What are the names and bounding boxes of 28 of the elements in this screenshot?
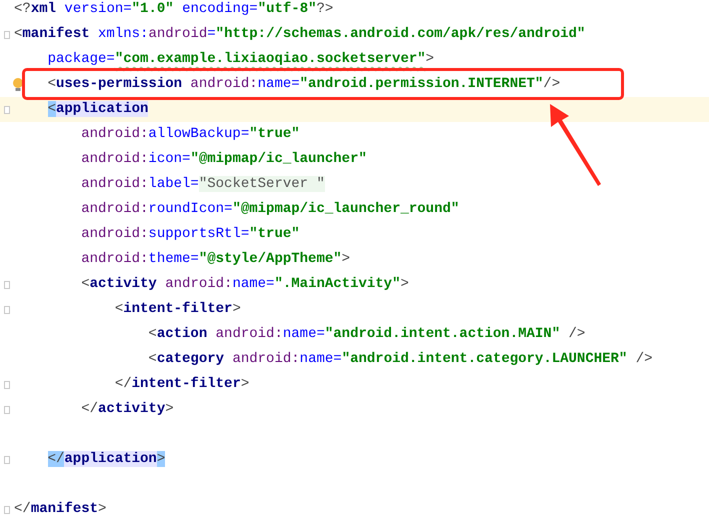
code-line: </application> (48, 451, 166, 467)
code-line: android:label="SocketServer " (81, 176, 325, 192)
code-line: <?xml version="1.0" encoding="utf-8"?> (14, 1, 334, 17)
code-line: <intent-filter> (114, 301, 241, 317)
code-line: android:theme="@style/AppTheme"> (81, 251, 350, 267)
code-line: <activity android:name=".MainActivity"> (81, 276, 409, 292)
fold-marker-icon[interactable] (4, 456, 10, 464)
code-line: <manifest xmlns:android="http://schemas.android.com/apk/res/android" (14, 26, 586, 42)
fold-marker-icon[interactable] (4, 106, 10, 114)
code-line: </activity> (81, 401, 174, 417)
fold-marker-icon[interactable] (4, 280, 10, 288)
code-line: <application (48, 101, 148, 117)
fold-marker-icon[interactable] (4, 30, 10, 38)
code-line: </manifest> (14, 501, 106, 517)
code-line: android:allowBackup="true" (81, 126, 300, 142)
fold-marker-icon[interactable] (4, 306, 10, 314)
code-line: <action android:name="android.intent.action.MAIN" /> (148, 326, 586, 342)
code-line: </intent-filter> (114, 376, 250, 392)
lightbulb-icon[interactable] (12, 76, 24, 92)
code-line: package="com.example.lixiaoqiao.socketserver"> (48, 51, 434, 67)
code-line: android:supportsRtl="true" (81, 226, 300, 242)
fold-marker-icon[interactable] (4, 406, 10, 414)
code-line: <uses-permission android:name="android.permission.INTERNET"/> (48, 76, 560, 92)
code-line: <category android:name="android.intent.category.LAUNCHER" /> (148, 351, 653, 367)
code-line: android:roundIcon="@mipmap/ic_launcher_round" (81, 201, 460, 217)
fold-marker-icon[interactable] (4, 380, 10, 388)
fold-marker-icon[interactable] (4, 506, 10, 514)
code-line: android:icon="@mipmap/ic_launcher" (81, 151, 367, 167)
